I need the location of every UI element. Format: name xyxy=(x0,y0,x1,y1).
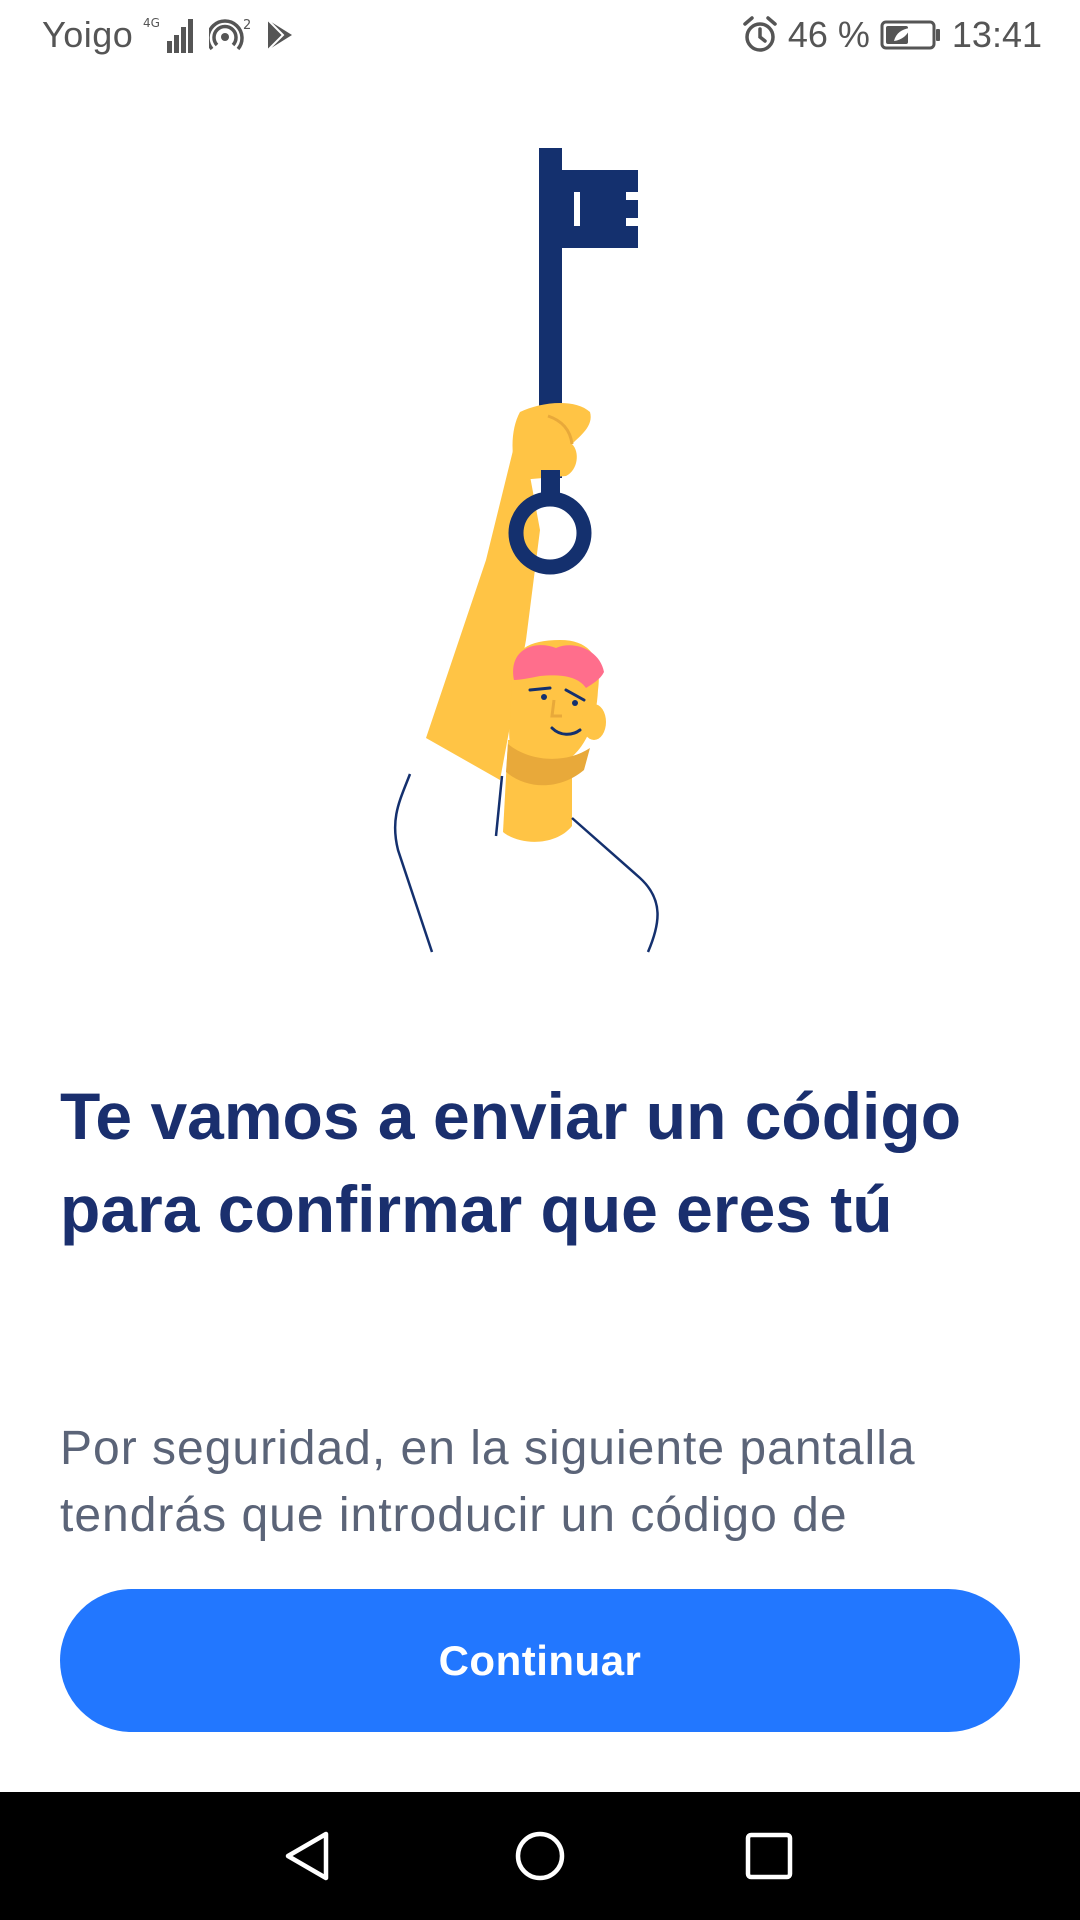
status-bar-left: Yoigo 4G 2 xyxy=(42,14,295,56)
signal-icon: 4G xyxy=(143,15,199,55)
verification-intro-screen: Yoigo 4G 2 46 % 13:41 Te vamos a enviar … xyxy=(0,0,1080,1920)
hotspot-icon: 2 xyxy=(209,15,255,55)
play-store-icon xyxy=(265,17,295,53)
hotspot-count-label: 2 xyxy=(243,18,251,33)
status-bar-right: 46 % 13:41 xyxy=(742,14,1042,56)
page-title: Te vamos a enviar un código para confirm… xyxy=(60,1079,962,1246)
description-scroll-area: Por seguridad, en la siguiente pantalla … xyxy=(60,1415,1020,1543)
battery-percent: 46 % xyxy=(787,14,870,55)
battery-icon xyxy=(880,19,942,51)
description-text: Por seguridad, en la siguiente pantalla … xyxy=(60,1422,916,1542)
home-icon xyxy=(515,1831,565,1881)
status-bar: Yoigo 4G 2 46 % 13:41 xyxy=(0,0,1080,75)
back-icon xyxy=(285,1831,329,1881)
recents-icon xyxy=(745,1832,793,1880)
key-illustration xyxy=(393,148,659,953)
carrier-name: Yoigo xyxy=(42,14,134,55)
network-type-label: 4G xyxy=(143,16,160,30)
navigation-bar xyxy=(0,1792,1080,1920)
alarm-icon xyxy=(742,16,778,54)
clock-time: 13:41 xyxy=(951,14,1042,55)
home-button[interactable] xyxy=(504,1820,576,1892)
recents-button[interactable] xyxy=(733,1820,805,1892)
back-button[interactable] xyxy=(272,1820,344,1892)
continue-button[interactable]: Continuar xyxy=(60,1589,1020,1732)
